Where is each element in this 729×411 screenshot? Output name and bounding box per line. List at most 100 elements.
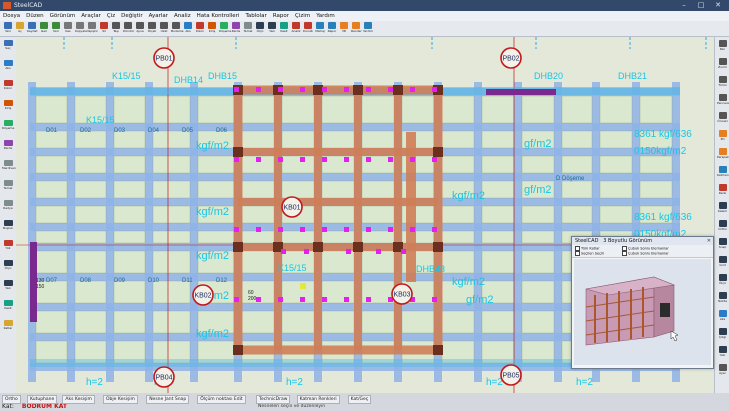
option-bar-elements-2-label: Çubuk Sonlu Elemanlar: [628, 251, 669, 256]
toolbar-button-15[interactable]: Aks: [183, 22, 193, 35]
toolbar-button-21[interactable]: Ölçü: [255, 22, 265, 35]
option-selected[interactable]: Seçilen Seçili: [575, 251, 604, 256]
status-toggle-6[interactable]: TechnicDraw: [256, 395, 291, 404]
toolbar-button-17[interactable]: Kiriş: [207, 22, 217, 35]
option-bar-elements-2[interactable]: Çubuk Sonlu Elemanlar: [622, 251, 669, 256]
toolbar-button-30[interactable]: Yardım: [363, 22, 373, 35]
right-tool-3[interactable]: Pencere: [717, 94, 729, 105]
maximize-button[interactable]: □: [693, 1, 709, 10]
toolbar-button-25[interactable]: Donatı: [303, 22, 313, 35]
toolbar-button-7[interactable]: Yapıştır: [87, 22, 98, 35]
left-tool-11[interactable]: Ölçü: [2, 260, 14, 270]
selection-handle: [256, 87, 261, 92]
left-tool-0[interactable]: Seç: [2, 40, 14, 50]
menu-10[interactable]: Rapor: [270, 11, 292, 21]
toolbar-button-0[interactable]: Yeni: [3, 22, 13, 35]
right-tool-11[interactable]: Snap: [717, 238, 728, 249]
right-tool-2[interactable]: Tümü: [717, 76, 728, 87]
minimize-button[interactable]: –: [676, 1, 692, 10]
right-tool-8[interactable]: Renk: [717, 184, 728, 195]
toolbar-button-22[interactable]: Yazı: [267, 22, 277, 35]
right-tool-13[interactable]: Ölçü: [717, 274, 728, 285]
menu-11[interactable]: Çizim: [292, 11, 313, 21]
menu-2[interactable]: Görünüm: [47, 11, 79, 21]
current-floor[interactable]: Kat: BODRUM KAT: [2, 403, 67, 410]
toolbar-button-27[interactable]: Rapor: [327, 22, 337, 35]
left-tool-7[interactable]: Temel: [2, 180, 14, 190]
left-tool-6[interactable]: Merdiven: [2, 160, 16, 170]
menu-3[interactable]: Araçlar: [78, 11, 104, 21]
menu-9[interactable]: Tablolar: [242, 11, 269, 21]
toolbar-button-29[interactable]: Render: [351, 22, 362, 35]
toolbar-button-28[interactable]: 3D: [339, 22, 349, 35]
left-tool-8[interactable]: Radye: [2, 200, 14, 210]
toolbar-button-12[interactable]: Ölçek: [147, 22, 157, 35]
toolbar-button-26[interactable]: Metraj: [315, 22, 325, 35]
close-button[interactable]: ✕: [710, 1, 726, 10]
right-tool-7[interactable]: Katman: [717, 166, 729, 177]
3d-view-close-button[interactable]: ✕: [707, 237, 711, 245]
status-toggle-7[interactable]: Katman Renkleri: [296, 395, 340, 404]
menu-5[interactable]: Değiştir: [118, 11, 145, 21]
left-tool-2[interactable]: Kolon: [2, 80, 14, 90]
left-tool-9[interactable]: Boşluk: [2, 220, 14, 230]
toolbar-button-14[interactable]: Budama: [171, 22, 183, 35]
toolbar-button-9[interactable]: Taşı: [111, 22, 121, 35]
menu-4[interactable]: Çiz: [104, 11, 118, 21]
status-toggle-1[interactable]: Kutuphane: [27, 395, 58, 404]
3d-view-titlebar[interactable]: SteelCAD 3 Boyutlu Görünüm ✕: [572, 237, 713, 245]
right-tool-0[interactable]: Pan: [717, 40, 728, 51]
toolbar-button-8[interactable]: Sil: [99, 22, 109, 35]
menu-0[interactable]: Dosya: [0, 11, 23, 21]
right-tool-4[interactable]: Önceki: [717, 112, 728, 123]
menu-1[interactable]: Düzen: [23, 11, 46, 21]
left-tool-1[interactable]: Aks: [2, 60, 14, 70]
status-toggle-3[interactable]: Obje Kesişim: [103, 395, 138, 404]
left-tool-14[interactable]: Katlar: [2, 320, 14, 330]
left-tool-12[interactable]: Yazı: [2, 280, 14, 290]
right-tool-12[interactable]: Grid: [717, 256, 728, 267]
toolbar-button-13[interactable]: Uzat: [159, 22, 169, 35]
right-tool-9[interactable]: Kalem: [717, 202, 728, 213]
toolbar-button-16[interactable]: Kolon: [195, 22, 205, 35]
toolbar-button-11[interactable]: Ayna: [135, 22, 145, 35]
menu-12[interactable]: Yardım: [313, 11, 338, 21]
toolbar-button-20[interactable]: Temel: [243, 22, 253, 35]
right-tool-15[interactable]: Aks: [717, 310, 728, 321]
toolbar-button-2[interactable]: Kaydet: [27, 22, 37, 35]
toolbar-button-4[interactable]: İleri: [51, 22, 61, 35]
right-tool-16[interactable]: Çizgi: [717, 328, 728, 339]
menu-8[interactable]: Hata Kontrolleri: [194, 11, 243, 21]
left-tool-3[interactable]: Kiriş: [2, 100, 14, 110]
right-tool-17[interactable]: Yazı: [717, 346, 728, 357]
right-tool-10[interactable]: Ortho: [717, 220, 728, 231]
toolbar-button-18[interactable]: Döşeme: [219, 22, 231, 35]
status-toggle-4[interactable]: Nesne Jant Snap: [146, 395, 190, 404]
selection-handle: [234, 297, 239, 302]
toolbar-button-19[interactable]: Perde: [231, 22, 241, 35]
right-tool-14[interactable]: Nokta: [717, 292, 728, 303]
right-tool-18[interactable]: Ayar: [717, 364, 728, 375]
status-toggle-2[interactable]: Aks Kesişim: [62, 395, 95, 404]
toolbar-button-3[interactable]: Geri: [39, 22, 49, 35]
left-tool-13[interactable]: Kesit: [2, 300, 14, 310]
3d-viewport[interactable]: [574, 259, 711, 365]
left-tool-4[interactable]: Döşeme: [2, 120, 14, 130]
status-toggle-8[interactable]: Kat/Geç: [347, 395, 372, 404]
menu-7[interactable]: Analiz: [171, 11, 194, 21]
status-toggle-5[interactable]: Ölçüm noktası Edit: [197, 395, 246, 404]
toolbar-button-10[interactable]: Döndür: [123, 22, 134, 35]
toolbar-button-6[interactable]: Kopyala: [75, 22, 87, 35]
right-tool-5[interactable]: 3D: [717, 130, 728, 141]
status-toggle-0[interactable]: Ortho: [2, 395, 21, 404]
right-tool-1[interactable]: Zoom: [717, 58, 728, 69]
left-tool-5[interactable]: Perde: [2, 140, 14, 150]
toolbar-button-23[interactable]: Kesit: [279, 22, 289, 35]
toolbar-button-1[interactable]: Aç: [15, 22, 25, 35]
left-tool-10[interactable]: Yük: [2, 240, 14, 250]
toolbar-button-24[interactable]: Analiz: [291, 22, 301, 35]
toolbar-button-5[interactable]: Kes: [63, 22, 73, 35]
right-tool-6[interactable]: Perspektif: [717, 148, 729, 159]
3d-view-window[interactable]: SteelCAD 3 Boyutlu Görünüm ✕ Tüm Katlar …: [571, 236, 714, 369]
menu-6[interactable]: Ayarlar: [146, 11, 171, 21]
